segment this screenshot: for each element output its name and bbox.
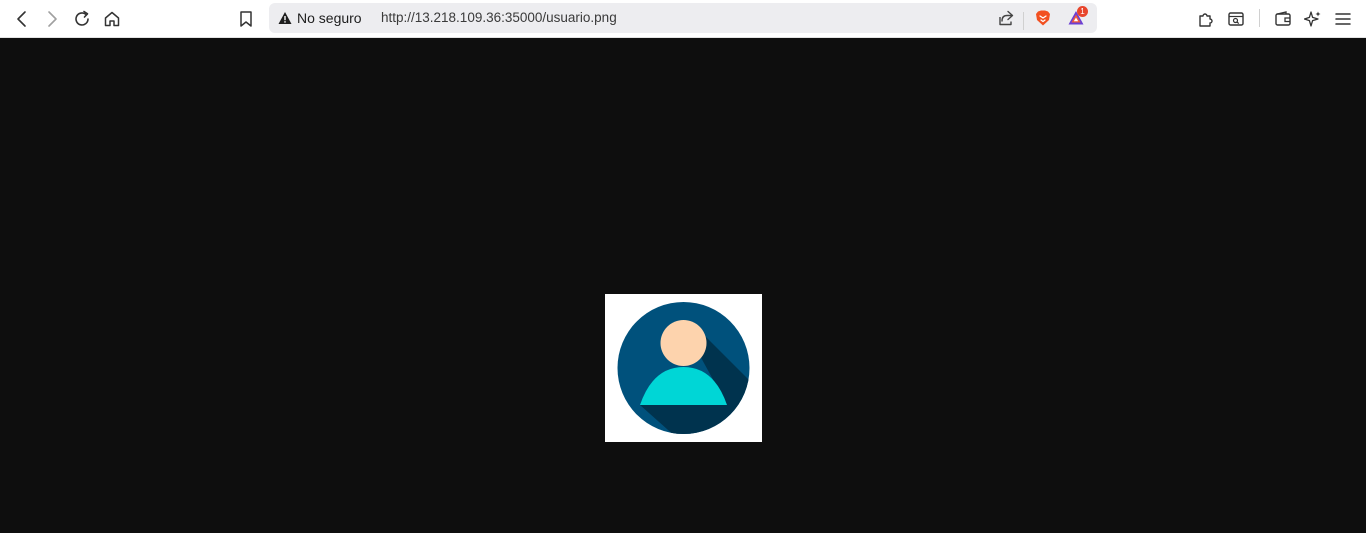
rewards-notification-badge: 1: [1077, 6, 1088, 17]
leo-search-button[interactable]: [1223, 6, 1249, 32]
avatar-head: [660, 320, 707, 366]
hamburger-menu-icon: [1335, 13, 1351, 25]
back-arrow-icon: [17, 11, 26, 27]
share-button[interactable]: [993, 5, 1019, 31]
brave-rewards-button[interactable]: 1: [1063, 5, 1089, 31]
address-bar[interactable]: No seguro http://13.218.109.36:35000/usu…: [269, 3, 1097, 33]
share-icon: [999, 10, 1014, 26]
home-icon: [104, 11, 120, 27]
warning-triangle-icon: [278, 12, 292, 24]
url-text[interactable]: http://13.218.109.36:35000/usuario.png: [381, 10, 617, 26]
back-button[interactable]: [9, 6, 35, 32]
extensions-button[interactable]: [1193, 6, 1219, 32]
bookmark-button[interactable]: [233, 6, 259, 32]
toolbar-divider: [1259, 9, 1260, 27]
sidebar-search-icon: [1228, 12, 1244, 26]
wallet-icon: [1275, 11, 1291, 26]
puzzle-icon: [1199, 13, 1213, 27]
security-status-label[interactable]: No seguro: [297, 10, 362, 26]
forward-arrow-icon: [48, 11, 57, 27]
wallet-button[interactable]: [1270, 6, 1296, 32]
displayed-image[interactable]: [605, 294, 762, 442]
bookmark-icon: [240, 11, 252, 27]
forward-button[interactable]: [39, 6, 65, 32]
user-avatar-image: [617, 302, 750, 434]
sparkle-icon: [1304, 11, 1321, 27]
brave-lion-icon: [1036, 10, 1050, 26]
browser-toolbar: No seguro http://13.218.109.36:35000/usu…: [0, 0, 1366, 38]
main-menu-button[interactable]: [1330, 6, 1356, 32]
address-bar-divider: [1023, 12, 1024, 30]
brave-shields-button[interactable]: [1030, 5, 1056, 31]
reload-icon: [75, 10, 89, 26]
ai-assistant-button[interactable]: [1300, 6, 1326, 32]
reload-button[interactable]: [69, 6, 95, 32]
home-button[interactable]: [99, 6, 125, 32]
